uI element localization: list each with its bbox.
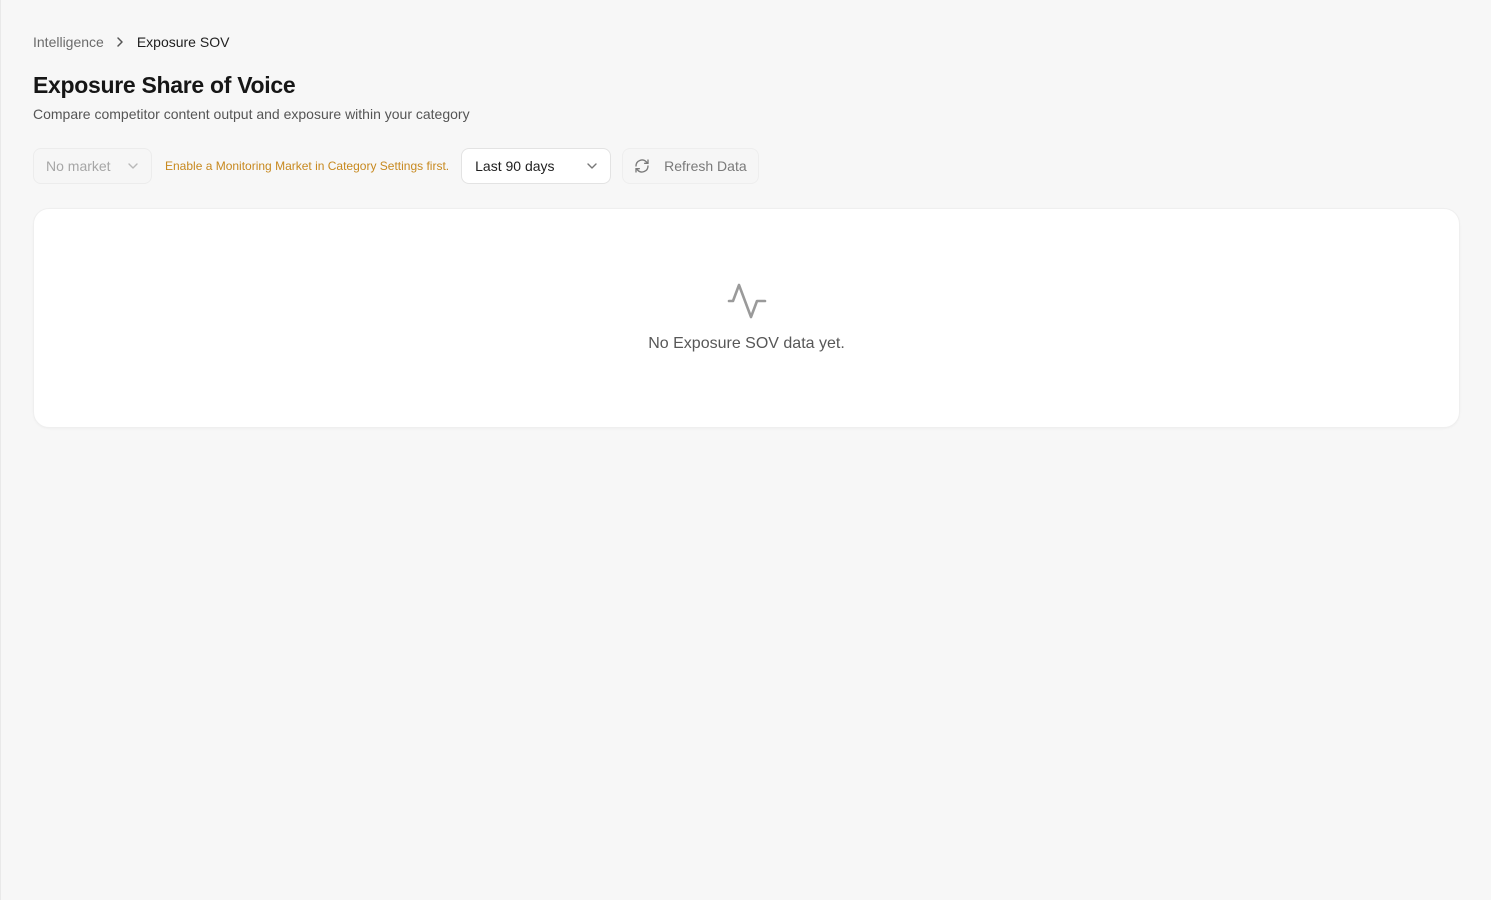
toolbar: No market Enable a Monitoring Market in … [33, 148, 759, 184]
market-warning-text: Enable a Monitoring Market in Category S… [165, 159, 450, 173]
page-title: Exposure Share of Voice [33, 72, 296, 98]
page-subtitle: Compare competitor content output and ex… [33, 106, 470, 122]
refresh-data-button[interactable]: Refresh Data [622, 148, 759, 184]
date-range-select[interactable]: Last 90 days [461, 148, 612, 184]
empty-state-message: No Exposure SOV data yet. [648, 335, 845, 352]
date-range-value: Last 90 days [475, 158, 555, 174]
refresh-data-label: Refresh Data [664, 158, 747, 174]
breadcrumb: Intelligence Exposure SOV [33, 32, 229, 52]
breadcrumb-item-intelligence[interactable]: Intelligence [33, 34, 104, 50]
chevron-down-icon [127, 162, 139, 170]
refresh-icon [634, 158, 650, 174]
breadcrumb-item-current: Exposure SOV [136, 34, 230, 50]
market-select-value: No market [46, 158, 111, 174]
chevron-right-icon [116, 36, 124, 48]
exposure-sov-page: Intelligence Exposure SOV Exposure Share… [0, 0, 1491, 900]
exposure-sov-empty-card: No Exposure SOV data yet. [33, 208, 1460, 428]
activity-icon [727, 281, 767, 321]
chevron-down-icon [586, 162, 598, 170]
market-select[interactable]: No market [33, 148, 152, 184]
